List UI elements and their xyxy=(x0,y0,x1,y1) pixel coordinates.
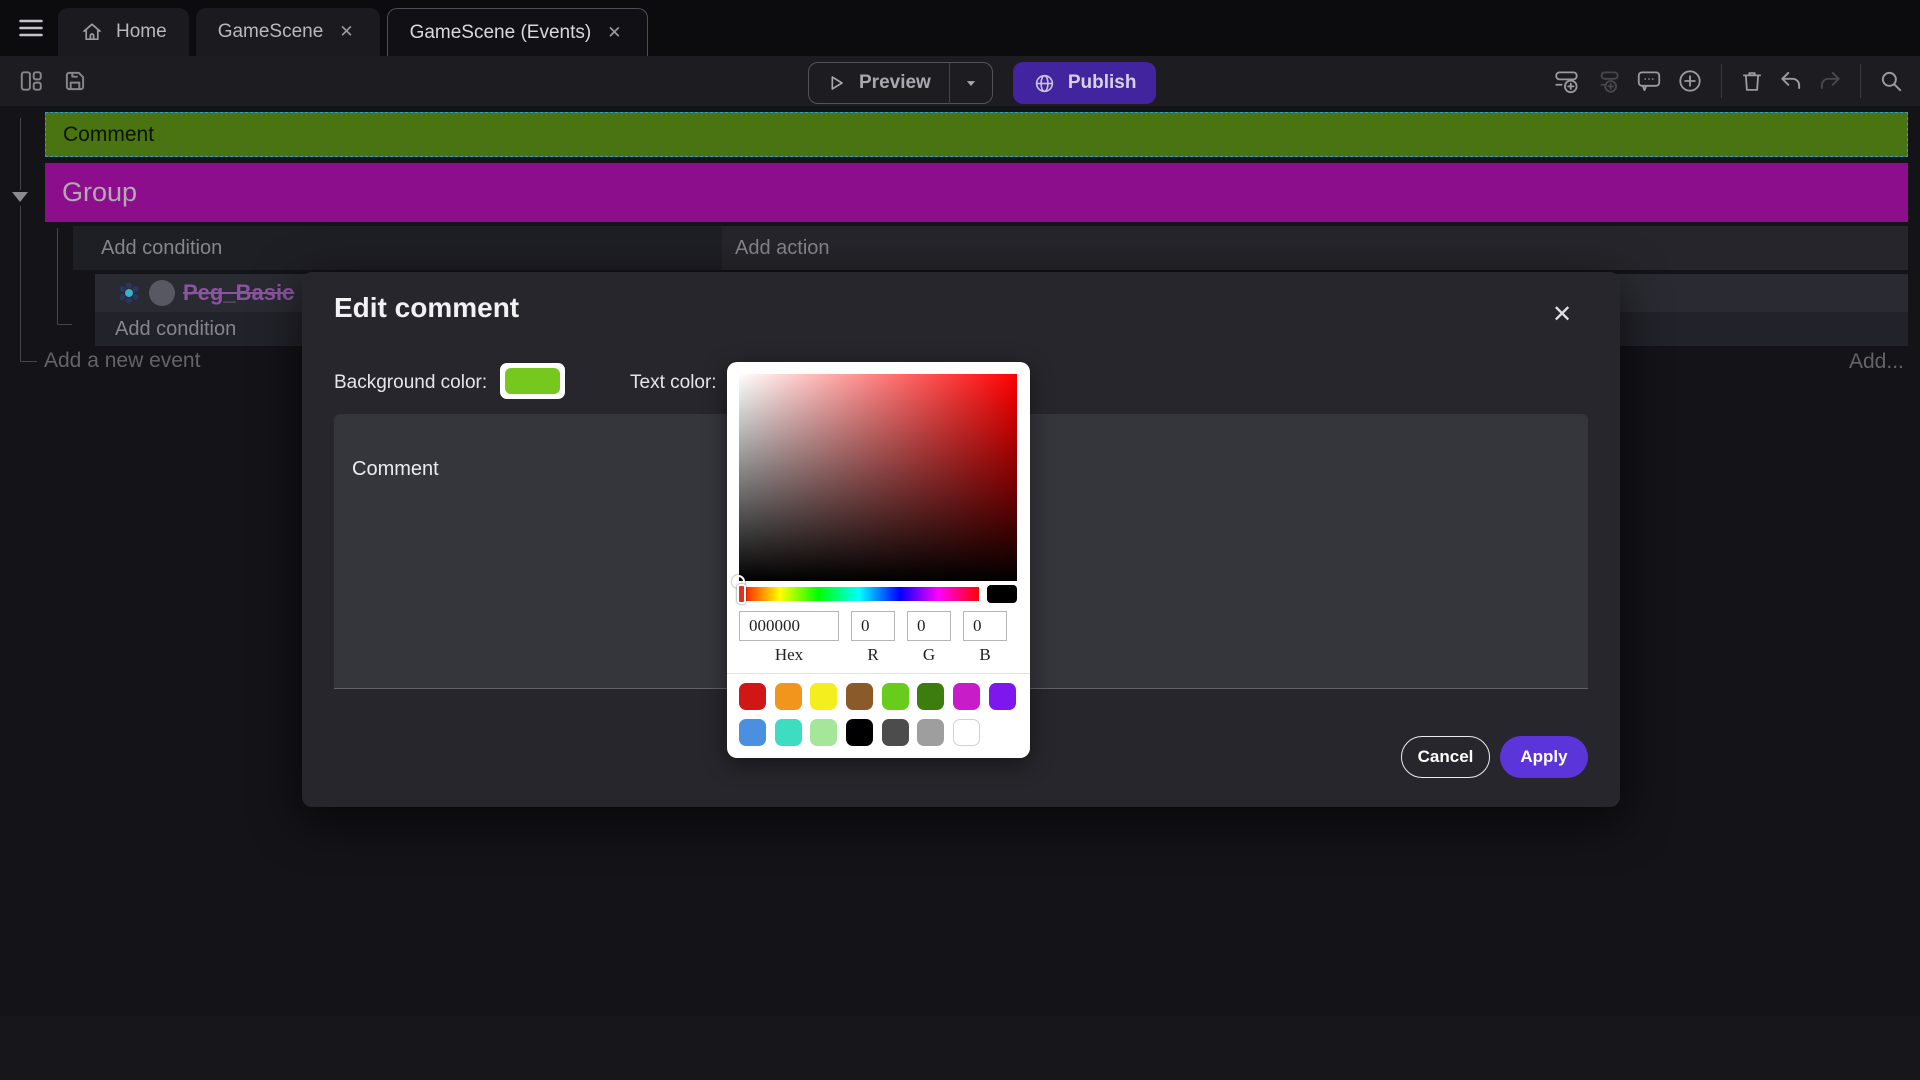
project-manager-icon[interactable] xyxy=(18,68,44,94)
tab-gamescene-events[interactable]: GameScene (Events) ✕ xyxy=(387,8,649,56)
comment-row-text: Comment xyxy=(63,123,154,147)
blue-label: B xyxy=(963,645,1007,665)
color-swatch[interactable] xyxy=(989,683,1016,710)
close-dialog-icon[interactable]: ✕ xyxy=(1552,300,1572,329)
divider xyxy=(1860,64,1861,98)
color-swatch[interactable] xyxy=(953,719,980,746)
tree-guide-line xyxy=(20,361,37,362)
color-swatch[interactable] xyxy=(917,683,944,710)
collapse-group-icon[interactable] xyxy=(12,192,28,202)
save-icon[interactable] xyxy=(62,68,88,94)
hue-slider-thumb[interactable] xyxy=(737,584,746,604)
color-swatch[interactable] xyxy=(739,683,766,710)
color-swatch[interactable] xyxy=(882,719,909,746)
apply-label: Apply xyxy=(1520,747,1567,767)
choose-event-icon[interactable] xyxy=(1676,67,1704,95)
globe-icon xyxy=(1033,72,1056,95)
tab-label: GameScene xyxy=(218,21,324,43)
behavior-icon xyxy=(117,281,141,305)
add-new-event-label: Add a new event xyxy=(44,349,200,373)
swatch-row-1 xyxy=(739,683,1024,710)
green-label: G xyxy=(907,645,951,665)
group-event-row[interactable]: Group xyxy=(45,163,1908,222)
color-swatch[interactable] xyxy=(953,683,980,710)
color-picker-popup: Hex R G B xyxy=(727,362,1030,758)
background-color-value xyxy=(505,368,560,394)
apply-button[interactable]: Apply xyxy=(1500,736,1588,778)
color-swatch[interactable] xyxy=(846,683,873,710)
tree-guide-line xyxy=(57,228,58,325)
delete-icon[interactable] xyxy=(1739,68,1765,94)
color-swatch[interactable] xyxy=(810,719,837,746)
divider xyxy=(1721,64,1722,98)
add-more-label: Add... xyxy=(1849,350,1904,374)
red-label: R xyxy=(851,645,895,665)
dialog-title: Edit comment xyxy=(334,292,519,324)
close-tab-icon[interactable]: ✕ xyxy=(335,20,357,44)
hue-slider[interactable] xyxy=(739,587,979,601)
color-swatch[interactable] xyxy=(846,719,873,746)
redo-icon xyxy=(1817,68,1843,94)
add-more-button[interactable]: Add... xyxy=(1849,350,1904,374)
toolbar-center: Preview Publish xyxy=(808,62,1156,104)
add-comment-icon[interactable] xyxy=(1635,67,1663,95)
tree-guide-line xyxy=(20,206,21,362)
add-action-label: Add action xyxy=(735,237,830,260)
add-condition-placeholder[interactable]: Add condition xyxy=(73,226,722,270)
add-new-event-button[interactable]: Add a new event xyxy=(44,348,200,374)
tab-gamescene[interactable]: GameScene ✕ xyxy=(196,8,380,56)
add-event-icon[interactable] xyxy=(1553,67,1581,95)
color-swatch[interactable] xyxy=(739,719,766,746)
hamburger-icon xyxy=(16,14,46,42)
preview-options-button[interactable] xyxy=(950,74,992,92)
blue-input[interactable] xyxy=(963,611,1007,641)
green-input[interactable] xyxy=(907,611,951,641)
saturation-value-area[interactable] xyxy=(739,374,1017,581)
background-color-label: Background color: xyxy=(334,372,487,394)
add-condition-label: Add condition xyxy=(115,318,236,341)
tab-label: Home xyxy=(116,21,167,43)
publish-label: Publish xyxy=(1068,72,1137,94)
toolbar-left xyxy=(18,56,88,106)
cancel-label: Cancel xyxy=(1418,747,1474,767)
group-row-text: Group xyxy=(62,177,137,208)
text-color-label: Text color: xyxy=(630,372,717,394)
background-color-swatch-button[interactable] xyxy=(500,363,565,399)
main-menu-button[interactable] xyxy=(16,14,46,42)
play-icon xyxy=(825,72,847,94)
preview-label: Preview xyxy=(859,72,931,94)
close-tab-icon[interactable]: ✕ xyxy=(603,21,625,45)
color-swatch[interactable] xyxy=(775,719,802,746)
cancel-button[interactable]: Cancel xyxy=(1401,736,1490,778)
tab-label: GameScene (Events) xyxy=(410,22,592,44)
current-color-preview xyxy=(987,585,1017,603)
search-icon[interactable] xyxy=(1878,68,1904,94)
preview-button[interactable]: Preview xyxy=(808,62,993,104)
tree-guide-line xyxy=(57,324,72,325)
tree-guide-line xyxy=(20,118,21,190)
toolbar-right xyxy=(1553,56,1904,106)
divider xyxy=(727,673,1030,674)
comment-text: Comment xyxy=(352,458,439,480)
undo-icon[interactable] xyxy=(1778,68,1804,94)
color-swatch[interactable] xyxy=(775,683,802,710)
red-input[interactable] xyxy=(851,611,895,641)
tab-home[interactable]: Home xyxy=(58,8,189,56)
tab-strip: Home GameScene ✕ GameScene (Events) ✕ xyxy=(58,8,648,56)
add-subevent-icon xyxy=(1594,67,1622,95)
comment-event-row[interactable]: Comment xyxy=(45,112,1908,157)
add-action-placeholder[interactable]: Add action xyxy=(722,226,1908,270)
color-swatch[interactable] xyxy=(882,683,909,710)
add-condition-label: Add condition xyxy=(101,237,222,260)
condition-text: Peg_Basic xyxy=(183,280,294,306)
color-swatch[interactable] xyxy=(810,683,837,710)
publish-button[interactable]: Publish xyxy=(1013,62,1157,104)
color-swatch[interactable] xyxy=(917,719,944,746)
home-icon xyxy=(80,20,104,44)
hex-input[interactable] xyxy=(739,611,839,641)
object-thumbnail xyxy=(149,280,175,306)
hex-label: Hex xyxy=(739,645,839,665)
swatch-row-2 xyxy=(739,719,1024,746)
bottom-strip xyxy=(0,1016,1920,1080)
